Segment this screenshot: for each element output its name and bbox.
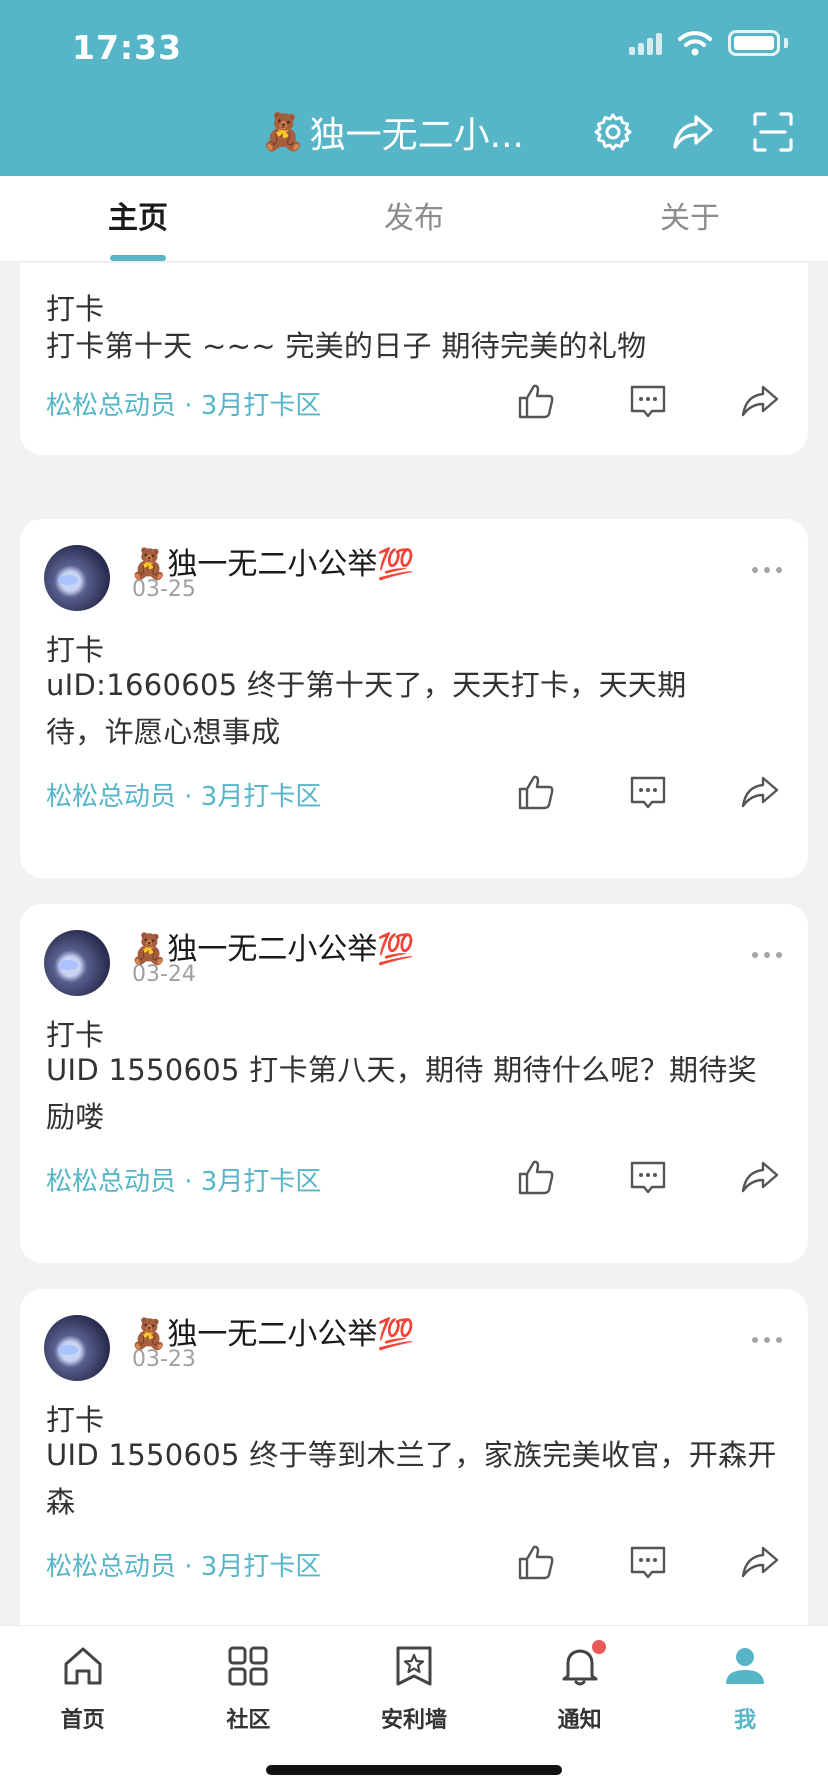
more-icon[interactable] xyxy=(752,1337,782,1345)
status-time: 17:33 xyxy=(72,28,183,67)
share-post-icon[interactable] xyxy=(740,1157,780,1197)
like-icon[interactable] xyxy=(516,772,556,812)
post-feed[interactable]: 03-26 打卡 打卡第十天 ~~~ 完美的日子 期待完美的礼物 松松总动员 ·… xyxy=(0,263,828,1625)
title-emoji: 🧸 xyxy=(260,112,306,153)
home-icon xyxy=(59,1642,107,1690)
post-card[interactable]: 🧸独一无二小公举💯 03-23 打卡 UID 1550605 终于等到木兰了，家… xyxy=(20,1289,808,1625)
notification-badge xyxy=(591,1640,606,1654)
nav-label: 社区 xyxy=(226,1708,271,1733)
post-card[interactable]: 🧸独一无二小公举💯 03-24 打卡 UID 1550605 打卡第八天，期待 … xyxy=(20,904,808,1263)
avatar[interactable] xyxy=(44,1315,110,1381)
post-text: uID:1660605 终于第十天了，天天打卡，天天期待，许愿心想事成 xyxy=(46,668,687,749)
like-icon[interactable] xyxy=(516,381,556,421)
tab-posts[interactable]: 发布 xyxy=(276,176,552,261)
more-icon[interactable] xyxy=(752,567,782,575)
app-header: 17:33 🧸 独一无二小... xyxy=(0,0,828,176)
like-icon[interactable] xyxy=(516,1157,556,1197)
share-icon[interactable] xyxy=(668,107,718,157)
more-icon[interactable] xyxy=(752,952,782,960)
post-topic[interactable]: 松松总动员 · 3月打卡区 xyxy=(46,1161,321,1198)
nav-home[interactable]: 首页 xyxy=(0,1626,166,1792)
scan-icon[interactable] xyxy=(748,107,798,157)
post-text: 打卡第十天 ~~~ 完美的日子 期待完美的礼物 xyxy=(46,329,647,363)
nav-me[interactable]: 我 xyxy=(662,1626,828,1792)
like-icon[interactable] xyxy=(516,1542,556,1582)
grid-icon xyxy=(224,1642,272,1690)
post-title: 打卡 xyxy=(46,292,105,326)
nav-label: 通知 xyxy=(557,1708,602,1733)
post-topic[interactable]: 松松总动员 · 3月打卡区 xyxy=(46,385,321,422)
post-topic[interactable]: 松松总动员 · 3月打卡区 xyxy=(46,1546,321,1583)
comment-icon[interactable] xyxy=(628,1542,668,1582)
nav-label: 安利墙 xyxy=(380,1708,447,1733)
post-card[interactable]: 🧸独一无二小公举💯 03-25 打卡 uID:1660605 终于第十天了，天天… xyxy=(20,519,808,878)
comment-icon[interactable] xyxy=(628,1157,668,1197)
avatar[interactable] xyxy=(44,930,110,996)
nav-label: 我 xyxy=(734,1708,757,1733)
person-icon xyxy=(721,1642,769,1690)
share-post-icon[interactable] xyxy=(740,772,780,812)
post-date: 03-23 xyxy=(132,1347,196,1372)
gear-icon[interactable] xyxy=(588,107,638,157)
avatar[interactable] xyxy=(44,545,110,611)
home-indicator xyxy=(266,1765,562,1775)
share-post-icon[interactable] xyxy=(740,1542,780,1582)
battery-icon xyxy=(728,30,780,56)
tab-about[interactable]: 关于 xyxy=(552,176,828,261)
signal-icon xyxy=(629,31,662,55)
header-title-row: 🧸 独一无二小... xyxy=(261,106,798,158)
post-card[interactable]: 03-26 打卡 打卡第十天 ~~~ 完美的日子 期待完美的礼物 松松总动员 ·… xyxy=(20,263,808,455)
post-topic[interactable]: 松松总动员 · 3月打卡区 xyxy=(46,776,321,813)
nav-label: 首页 xyxy=(60,1708,105,1733)
post-text: UID 1550605 终于等到木兰了，家族完美收官，开森开森 xyxy=(46,1438,777,1519)
share-post-icon[interactable] xyxy=(740,381,780,421)
post-date: 03-24 xyxy=(132,962,196,987)
star-bookmark-icon xyxy=(390,1642,438,1690)
comment-icon[interactable] xyxy=(628,772,668,812)
tab-home[interactable]: 主页 xyxy=(0,176,276,261)
page-title: 独一无二小... xyxy=(309,115,524,156)
wifi-icon xyxy=(678,31,712,56)
comment-icon[interactable] xyxy=(628,381,668,421)
post-text: UID 1550605 打卡第八天，期待 期待什么呢？期待奖励喽 xyxy=(46,1053,757,1134)
post-date: 03-25 xyxy=(132,577,196,602)
profile-tabs: 主页 发布 关于 xyxy=(0,176,828,262)
status-icons xyxy=(629,30,788,56)
